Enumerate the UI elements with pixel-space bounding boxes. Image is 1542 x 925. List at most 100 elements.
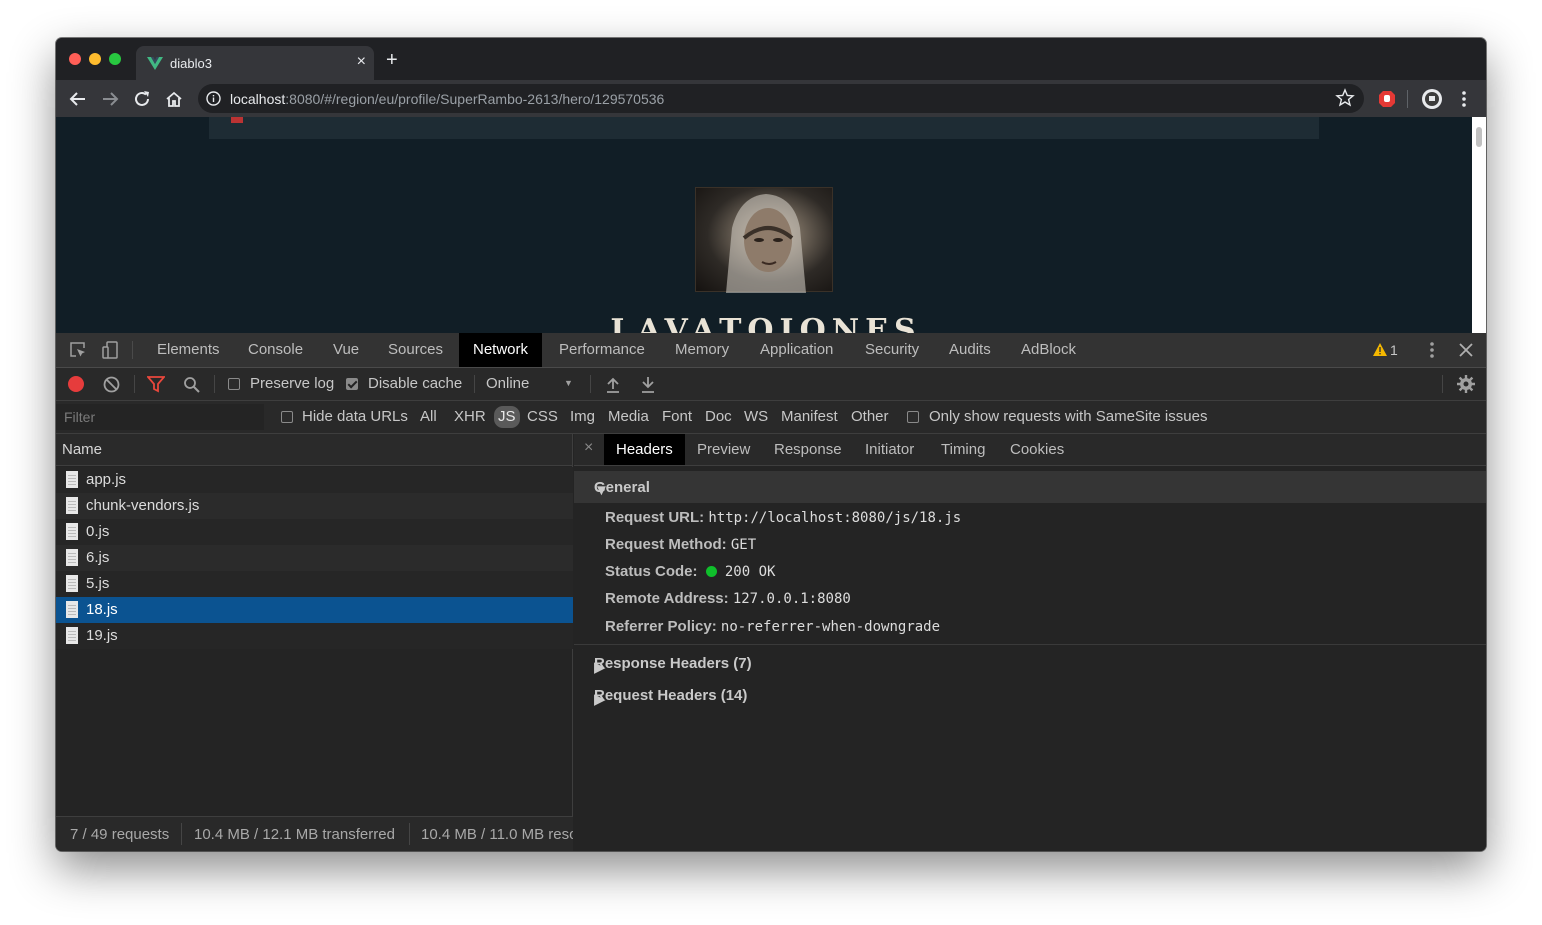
star-icon[interactable] [1335,88,1355,108]
tab-preview[interactable]: Preview [685,434,762,465]
tab-console[interactable]: Console [234,333,317,367]
info-icon[interactable] [206,91,221,106]
header-value: 200 OK [724,564,776,580]
import-icon[interactable] [605,376,621,393]
toolbar-divider [1407,90,1408,108]
filter-icon[interactable] [147,376,165,393]
samesite-checkbox[interactable] [907,411,919,423]
filter-type-all[interactable]: All [420,408,437,425]
tab-security[interactable]: Security [851,333,933,367]
tab-headers[interactable]: Headers [604,434,685,465]
tab-vue[interactable]: Vue [319,333,373,367]
table-row[interactable]: 5.js [56,571,573,597]
tab-response[interactable]: Response [762,434,854,465]
tab-sources[interactable]: Sources [374,333,457,367]
request-name: 0.js [86,523,110,540]
request-headers-section[interactable]: ▶ Request Headers (14) [574,679,1486,711]
close-window-button[interactable] [69,53,81,65]
tab-cookies[interactable]: Cookies [998,434,1076,465]
header-key: Request Method: [605,536,727,553]
devtools-menu-icon[interactable] [1420,338,1444,362]
transferred-size: 10.4 MB / 12.1 MB transferred [194,826,395,843]
forward-icon[interactable] [98,87,122,111]
export-icon[interactable] [640,376,656,393]
hide-data-urls-label[interactable]: Hide data URLs [302,408,408,425]
hero-portrait [695,187,833,293]
tab-application[interactable]: Application [746,333,847,367]
filter-type-img[interactable]: Img [570,408,595,425]
tab-memory[interactable]: Memory [661,333,743,367]
page-scrollbar[interactable] [1472,117,1486,333]
summary-divider [181,823,182,845]
record-icon[interactable] [68,376,84,392]
clear-icon[interactable] [103,376,120,393]
filter-type-manifest[interactable]: Manifest [781,408,838,425]
throttle-value: Online [486,375,530,392]
table-row[interactable]: chunk-vendors.js [56,493,573,519]
tab-network[interactable]: Network [459,333,543,367]
minimize-window-button[interactable] [89,53,101,65]
close-details-button[interactable]: × [584,439,593,457]
device-icon[interactable] [98,338,122,362]
table-row[interactable]: app.js [56,467,573,493]
filter-type-js[interactable]: JS [494,406,520,428]
throttle-select[interactable]: Online ▼ [486,368,578,401]
hide-data-urls-checkbox[interactable] [281,411,293,423]
file-icon [66,523,78,540]
tab-elements[interactable]: Elements [143,333,234,367]
disable-cache-label[interactable]: Disable cache [368,375,462,392]
filter-input[interactable] [56,404,264,430]
preserve-log-label[interactable]: Preserve log [250,375,334,392]
file-icon [66,497,78,514]
filter-type-font[interactable]: Font [662,408,692,425]
samesite-label[interactable]: Only show requests with SameSite issues [929,408,1207,425]
tab-initiator[interactable]: Initiator [853,434,926,465]
devtools-panel: Elements Console Vue Sources Network Per… [56,333,1486,851]
tab-timing[interactable]: Timing [929,434,997,465]
zoom-window-button[interactable] [109,53,121,65]
filter-type-doc[interactable]: Doc [705,408,732,425]
filter-type-xhr[interactable]: XHR [454,408,486,425]
requests-count: 7 / 49 requests [70,826,170,843]
request-name: 6.js [86,549,110,566]
filter-type-other[interactable]: Other [851,408,889,425]
adblock-icon[interactable] [1375,87,1399,111]
table-row[interactable]: 0.js [56,519,573,545]
new-tab-button[interactable]: + [386,50,398,70]
profile-icon[interactable] [1420,87,1444,111]
search-icon[interactable] [183,376,200,393]
table-row-selected[interactable]: 18.js [56,597,573,623]
tab-audits[interactable]: Audits [935,333,1005,367]
url-path: :8080/#/region/eu/profile/SuperRambo-261… [285,91,665,107]
menu-icon[interactable] [1452,87,1476,111]
page-header-icon [231,117,243,123]
table-row[interactable]: 6.js [56,545,573,571]
tab-close-button[interactable]: × [357,52,366,72]
warning-indicator[interactable]: 1 [1373,342,1398,361]
file-icon [66,601,78,618]
browser-window: diablo3 × + localhost:8080/#/region/eu/p… [56,38,1486,851]
address-bar[interactable]: localhost:8080/#/region/eu/profile/Super… [198,84,1364,113]
table-row[interactable]: 19.js [56,623,573,649]
preserve-log-checkbox[interactable] [228,378,240,390]
response-headers-section[interactable]: ▶ Response Headers (7) [574,647,1486,679]
name-column-header[interactable]: Name [56,434,572,466]
settings-icon[interactable] [1457,375,1475,393]
scroll-thumb[interactable] [1476,127,1482,147]
disable-cache-checkbox[interactable] [346,378,358,390]
close-icon[interactable] [1454,338,1478,362]
filter-type-ws[interactable]: WS [744,408,768,425]
filter-type-media[interactable]: Media [608,408,649,425]
referrer-policy-row: Referrer Policy: no-referrer-when-downgr… [605,618,940,635]
general-section-header[interactable]: ▼ General [574,471,1486,503]
tab-performance[interactable]: Performance [545,333,659,367]
browser-tab[interactable]: diablo3 × [136,46,374,80]
inspect-icon[interactable] [66,338,90,362]
back-icon[interactable] [66,87,90,111]
url-text[interactable]: localhost:8080/#/region/eu/profile/Super… [230,91,664,107]
tab-adblock[interactable]: AdBlock [1007,333,1090,367]
filter-type-css[interactable]: CSS [527,408,558,425]
reload-icon[interactable] [130,87,154,111]
home-icon[interactable] [162,87,186,111]
hero-portrait-image [726,194,806,293]
